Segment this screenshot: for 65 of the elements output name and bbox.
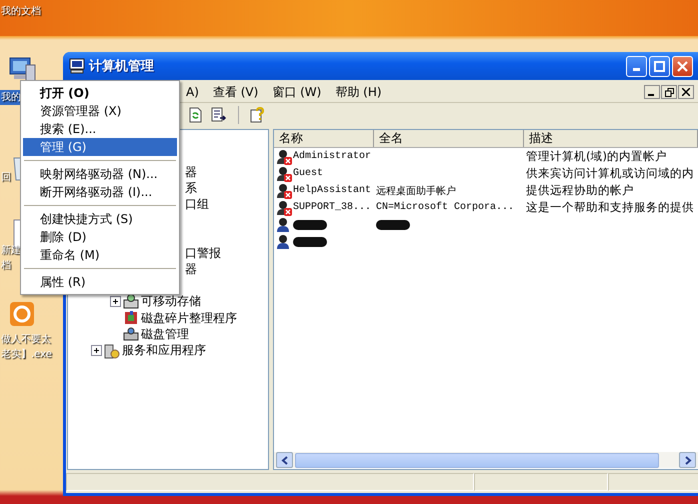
menu-item[interactable]: 创建快捷方式 (S)	[23, 210, 177, 228]
plus-icon	[92, 346, 101, 356]
menu-item[interactable]: 管理 (G)	[23, 138, 177, 156]
table-cell: HelpAssistant	[293, 185, 372, 196]
chevron-left-icon	[280, 456, 288, 464]
close-icon	[677, 60, 688, 72]
tree-item[interactable]: 器	[185, 164, 197, 181]
disk-icon	[123, 326, 139, 342]
expand-toggle[interactable]	[110, 296, 121, 308]
maximize-button[interactable]	[649, 56, 670, 76]
table-cell: 供来宾访问计算机或访问域的内	[526, 166, 694, 181]
menu-item[interactable]: 资源管理器 (X)	[23, 102, 177, 120]
server-gear-icon	[104, 342, 120, 359]
tree-item[interactable]: 器	[185, 261, 197, 278]
menu-item[interactable]: 打开 (O)	[23, 84, 177, 102]
table-cell: CN=Microsoft Corpora...	[376, 202, 514, 213]
table-cell-text: 远程桌面助手帐户	[376, 184, 456, 198]
menu-item[interactable]: 窗口 (W)	[265, 84, 328, 100]
restore-icon	[664, 88, 674, 96]
scrollbar-thumb[interactable]	[295, 452, 659, 468]
menu-item[interactable]: 删除 (D)	[23, 228, 177, 246]
column-header[interactable]: 名称	[274, 130, 374, 147]
expand-toggle[interactable]	[91, 345, 102, 356]
menu-item[interactable]: 重命名 (M)	[23, 246, 177, 264]
tree-item[interactable]: 磁盘碎片整理程序	[141, 310, 237, 327]
window-title: 计算机管理	[89, 58, 154, 75]
minimize-button[interactable]	[644, 85, 660, 99]
menu-item[interactable]: 映射网络驱动器 (N)...	[23, 165, 177, 183]
maximize-icon	[654, 60, 665, 72]
refresh-icon	[187, 107, 203, 123]
tree-item[interactable]: 系	[185, 180, 197, 198]
restore-button[interactable]	[661, 85, 677, 99]
menu-item[interactable]: 帮助 (H)	[328, 84, 389, 100]
column-header[interactable]: 全名	[374, 130, 524, 147]
minimize-icon	[633, 68, 640, 70]
tree-item[interactable]: 可移动存储	[141, 293, 201, 310]
table-cell: 提供远程协助的帐户	[526, 183, 634, 198]
computer-icon	[69, 58, 85, 74]
chevron-right-icon	[684, 456, 692, 464]
table-cell: SUPPORT_38...	[293, 202, 372, 213]
close-icon	[682, 88, 690, 96]
list-arrow-icon	[211, 107, 227, 123]
tree-item[interactable]: 磁盘管理	[141, 326, 189, 343]
menu-item[interactable]: 搜索 (E)...	[23, 120, 177, 138]
table-cell: Guest	[293, 168, 324, 179]
plus-icon	[111, 297, 120, 306]
table-cell: 这是一个帮助和支持服务的提供	[526, 200, 694, 215]
column-header[interactable]: 描述	[524, 130, 698, 147]
menu-item[interactable]: A)	[179, 85, 206, 99]
icon-label[interactable]: 我的	[0, 90, 22, 105]
tree-item[interactable]: 服务和应用程序	[122, 342, 206, 360]
drive-icon	[123, 294, 139, 310]
table-cell: 管理计算机(域)的内置帐户	[526, 149, 667, 164]
menu-item[interactable]: 属性 (R)	[23, 273, 177, 291]
table-cell: Administrator	[293, 151, 372, 162]
tree-item[interactable]: 口组	[185, 196, 209, 214]
close-button[interactable]	[678, 85, 694, 99]
tree-item[interactable]: 口警报	[185, 244, 221, 262]
menu-item[interactable]: 断开网络驱动器 (I)...	[23, 183, 177, 201]
defrag-icon	[123, 310, 139, 326]
horizontal-scrollbar[interactable]	[274, 452, 698, 468]
scroll-right-button[interactable]	[679, 452, 696, 468]
help-icon	[250, 107, 266, 123]
menu-item[interactable]: 查看 (V)	[206, 84, 266, 100]
scroll-left-button[interactable]	[276, 452, 293, 468]
